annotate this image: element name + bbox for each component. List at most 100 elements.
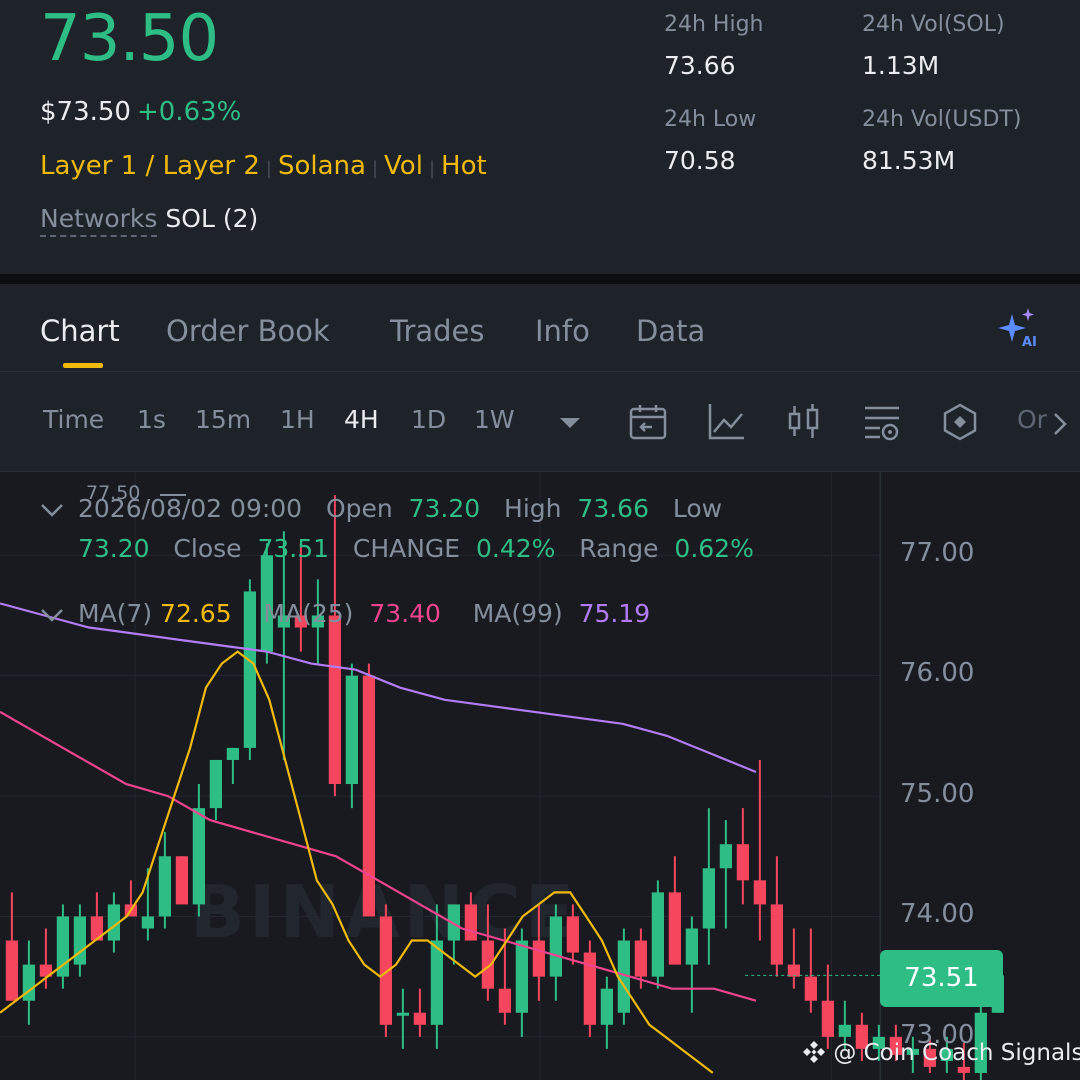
candle-up [209, 759, 223, 809]
ohlc-close-label: Close [173, 534, 242, 563]
candle-down [5, 940, 19, 1001]
tag-hot[interactable]: Hot [441, 151, 487, 181]
tag-vol[interactable]: Vol [384, 151, 423, 181]
candle-up [141, 916, 155, 929]
stat-label: 24h Vol(USDT) [862, 107, 1022, 132]
calendar-icon[interactable] [628, 402, 668, 442]
section-divider [0, 274, 1080, 284]
stat-value: 1.13M [862, 51, 940, 80]
stat-24h-low: 24h Low 70.58 [664, 107, 756, 175]
timeframe-15m[interactable]: 15m [195, 405, 251, 434]
credit-watermark: @ Coin Coach Signals [802, 1040, 1080, 1066]
candle-down [634, 940, 647, 977]
ohlc-change-label: CHANGE [352, 534, 461, 563]
networks-value: SOL (2) [165, 204, 259, 233]
ohlc-high-label: High [504, 494, 562, 523]
tag-separator: | [428, 158, 436, 179]
more-tools[interactable]: Or [1017, 405, 1047, 434]
ma-legend: MA(7) 72.65 MA(25) 73.40 MA(99) 75.19 [78, 599, 650, 628]
ma7-label: MA(7) [78, 599, 153, 628]
stat-label: 24h Vol(SOL) [862, 12, 1005, 37]
credit-text: @ Coin Coach Signals [833, 1040, 1080, 1066]
candle-down [753, 880, 766, 905]
timeframe-1d[interactable]: 1D [411, 405, 446, 434]
price-change: +0.63% [136, 97, 242, 127]
candle-up [430, 940, 443, 1025]
ohlc-range: 0.62% [674, 534, 754, 563]
tag-solana[interactable]: Solana [278, 151, 366, 181]
candle-down [464, 904, 477, 941]
networks-label[interactable]: Networks [40, 204, 158, 237]
ma25-value: 73.40 [369, 599, 441, 628]
stat-24h-high: 24h High 73.66 [664, 12, 764, 80]
ohlc-low: 73.20 [78, 534, 150, 563]
candle-up [838, 1024, 851, 1037]
ohlc-high: 73.66 [577, 494, 649, 523]
candle-icon[interactable] [784, 402, 824, 442]
timeframe-1s[interactable]: 1s [137, 405, 166, 434]
candles [5, 495, 1004, 1080]
candle-up [719, 844, 732, 869]
timeframe-toolbar: Time 1s 15m 1H 4H 1D 1W Or [0, 372, 1080, 472]
indicator-settings-icon[interactable] [862, 402, 902, 442]
candle-down [668, 892, 681, 965]
ohlc-date: 2026/08/02 09:00 [78, 494, 303, 523]
timeframe-label: Time [43, 405, 105, 434]
stat-24h-vol-sol: 24h Vol(SOL) 1.13M [862, 12, 1005, 80]
candle-up [600, 988, 613, 1025]
line-chart-icon[interactable] [706, 402, 746, 442]
candle-down [566, 916, 579, 953]
stat-24h-vol-usdt: 24h Vol(USDT) 81.53M [862, 107, 1021, 175]
hexagon-icon[interactable] [940, 402, 980, 442]
last-price: 73.50 [40, 2, 219, 76]
dropdown-caret-icon[interactable] [558, 416, 582, 430]
ma7-value: 72.65 [160, 599, 232, 628]
ma99-value: 75.19 [578, 599, 651, 628]
timeframe-4h[interactable]: 4H [344, 405, 379, 434]
ohlc-legend-row1: 2026/08/02 09:00 Open 73.20 High 73.66 L… [78, 494, 722, 523]
candle-down [787, 964, 800, 977]
candle-down [175, 856, 189, 905]
ma99-label: MA(99) [472, 599, 563, 628]
tag-separator: | [371, 158, 379, 179]
svg-text:AI: AI [1022, 335, 1037, 348]
tag-layer[interactable]: Layer 1 / Layer 2 [40, 151, 260, 181]
tab-chart[interactable]: Chart [40, 314, 120, 348]
market-header: 73.50 $73.50 +0.63% Layer 1 / Layer 2 | Sol… [0, 0, 1080, 274]
current-price-badge: 73.51 [880, 950, 1003, 1007]
y-axis-tick: 77.00 [900, 538, 975, 568]
ai-sparkle-icon[interactable]: AI [998, 306, 1042, 348]
candle-up [549, 916, 562, 977]
candle-up [702, 868, 715, 929]
ohlc-low-label: Low [672, 494, 723, 523]
candle-up [396, 1012, 410, 1016]
chevron-down-icon[interactable] [40, 607, 64, 623]
tab-order-book[interactable]: Order Book [166, 314, 330, 348]
tab-info[interactable]: Info [535, 314, 590, 348]
ohlc-change: 0.42% [476, 534, 556, 563]
candle-down [413, 1012, 426, 1025]
stat-value: 70.58 [664, 146, 736, 175]
timeframe-1w[interactable]: 1W [474, 405, 515, 434]
candle-up [651, 892, 664, 977]
chevron-right-icon[interactable] [1052, 412, 1068, 436]
y-axis-tick: 75.00 [900, 779, 975, 809]
chevron-down-icon[interactable] [40, 502, 64, 518]
candle-down [379, 916, 393, 1025]
tab-bar: Chart Order Book Trades Info Data [0, 284, 1080, 372]
candle-down [821, 1000, 834, 1037]
candle-up [515, 940, 528, 1013]
candle-down [328, 615, 342, 785]
tab-trades[interactable]: Trades [390, 314, 485, 348]
stat-value: 81.53M [862, 146, 956, 175]
timeframe-1h[interactable]: 1H [280, 405, 315, 434]
candle-down [770, 904, 783, 965]
stat-label: 24h Low [664, 107, 757, 132]
tab-data[interactable]: Data [636, 314, 705, 348]
ohlc-open: 73.20 [408, 494, 481, 523]
ma99-line [0, 602, 757, 774]
ohlc-range-label: Range [579, 534, 659, 563]
candle-up [73, 916, 87, 965]
networks-row[interactable]: Networks SOL (2) [40, 204, 259, 237]
candle-up [685, 928, 698, 965]
